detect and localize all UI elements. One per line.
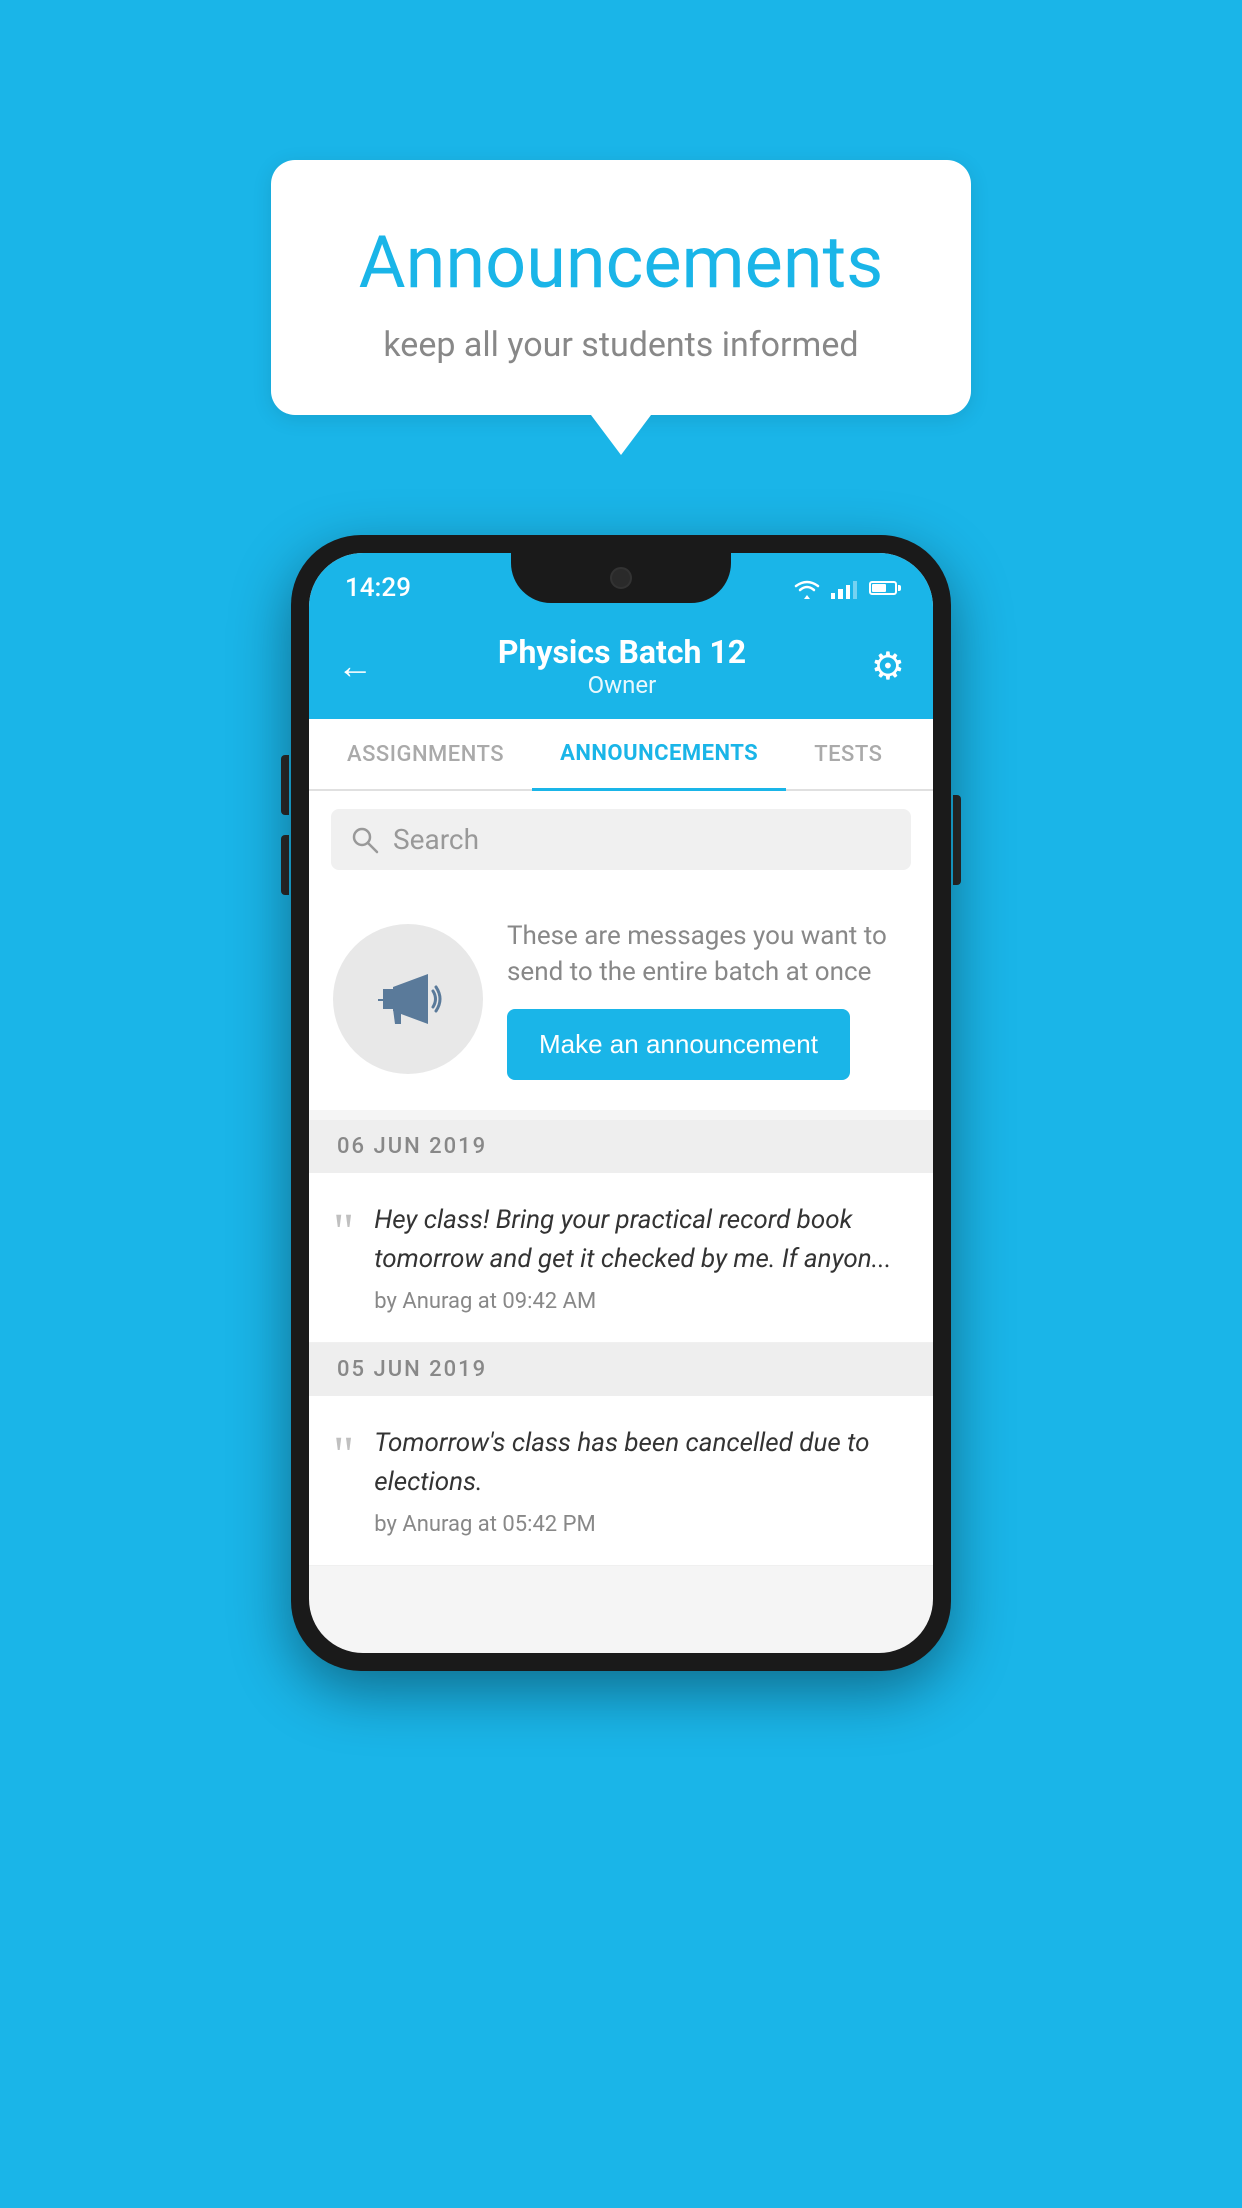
volume-up-button xyxy=(281,755,289,815)
make-announcement-button[interactable]: Make an announcement xyxy=(507,1009,850,1080)
phone-camera xyxy=(610,567,632,589)
promo-description: These are messages you want to send to t… xyxy=(507,918,909,991)
phone-mockup: 14:29 xyxy=(291,535,951,1671)
speech-bubble: Announcements keep all your students inf… xyxy=(271,160,971,415)
announcement-content-1: Hey class! Bring your practical record b… xyxy=(374,1201,909,1314)
tabs-bar: ASSIGNMENTS ANNOUNCEMENTS TESTS xyxy=(309,719,933,791)
phone-notch xyxy=(511,553,731,603)
owner-label: Owner xyxy=(498,671,746,699)
search-bar[interactable]: Search xyxy=(331,809,911,870)
megaphone-icon xyxy=(368,959,448,1039)
tab-announcements[interactable]: ANNOUNCEMENTS xyxy=(532,719,786,791)
date-separator-1: 06 JUN 2019 xyxy=(309,1120,933,1173)
promo-text-group: These are messages you want to send to t… xyxy=(507,918,909,1080)
promo-icon-circle xyxy=(333,924,483,1074)
search-placeholder: Search xyxy=(393,823,479,856)
back-button[interactable]: ← xyxy=(337,648,373,684)
signal-icon xyxy=(831,577,857,599)
phone-frame: 14:29 xyxy=(291,535,951,1671)
announcement-text-2: Tomorrow's class has been cancelled due … xyxy=(374,1424,909,1502)
announcement-author-2: by Anurag at 05:42 PM xyxy=(374,1512,909,1537)
quote-icon-1: " xyxy=(333,1207,354,1259)
announcement-text-1: Hey class! Bring your practical record b… xyxy=(374,1201,909,1279)
app-header: ← Physics Batch 12 Owner ⚙ xyxy=(309,617,933,719)
date-separator-2: 05 JUN 2019 xyxy=(309,1343,933,1396)
status-icons xyxy=(793,577,897,599)
quote-icon-2: " xyxy=(333,1430,354,1482)
header-title-group: Physics Batch 12 Owner xyxy=(498,633,746,699)
search-icon xyxy=(351,826,379,854)
announcement-item-1[interactable]: " Hey class! Bring your practical record… xyxy=(309,1173,933,1343)
volume-down-button xyxy=(281,835,289,895)
status-time: 14:29 xyxy=(345,573,411,603)
power-button xyxy=(953,795,961,885)
announcement-author-1: by Anurag at 09:42 AM xyxy=(374,1289,909,1314)
tab-tests[interactable]: TESTS xyxy=(786,720,910,789)
announcement-content-2: Tomorrow's class has been cancelled due … xyxy=(374,1424,909,1537)
bubble-title: Announcements xyxy=(321,220,921,305)
phone-screen: 14:29 xyxy=(309,553,933,1653)
announcement-item-2[interactable]: " Tomorrow's class has been cancelled du… xyxy=(309,1396,933,1566)
battery-icon xyxy=(869,581,897,595)
batch-name: Physics Batch 12 xyxy=(498,633,746,671)
search-container: Search xyxy=(309,791,933,888)
bubble-subtitle: keep all your students informed xyxy=(321,325,921,365)
wifi-icon xyxy=(793,577,821,599)
promo-card: These are messages you want to send to t… xyxy=(309,888,933,1110)
settings-icon[interactable]: ⚙ xyxy=(871,644,905,689)
tab-assignments[interactable]: ASSIGNMENTS xyxy=(319,720,532,789)
